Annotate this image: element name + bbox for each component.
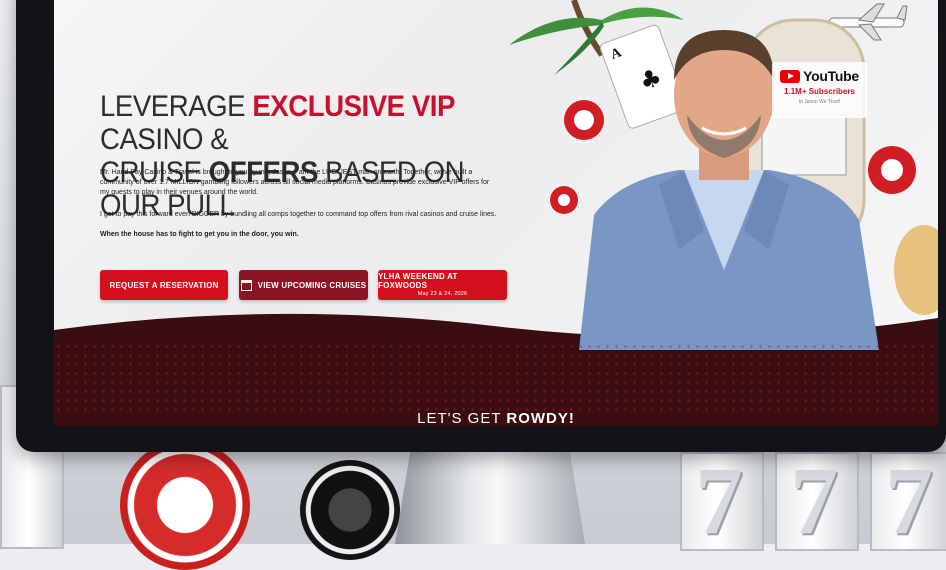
- request-reservation-button[interactable]: REQUEST A RESERVATION: [100, 270, 228, 300]
- subscriber-count: 1.1M+ Subscribers: [784, 87, 855, 96]
- seven-symbol: 7: [790, 447, 838, 554]
- request-reservation-label: REQUEST A RESERVATION: [109, 280, 219, 290]
- youtube-word: YouTube: [803, 68, 859, 84]
- website-screen: A ♣ LEVERAGE EXCLUSIVE VIP CASINO & CRUI…: [54, 0, 938, 426]
- ylha-weekend-button[interactable]: YLHA WEEKEND AT FOXWOODS May 23 & 24, 20…: [378, 270, 507, 300]
- view-cruises-button[interactable]: VIEW UPCOMING CRUISES: [239, 270, 368, 300]
- headline-line1-plain: LEVERAGE: [100, 90, 253, 123]
- youtube-logo: YouTube: [772, 68, 867, 84]
- headline-line1-end: CASINO &: [100, 123, 229, 156]
- section-heading-plain: LET'S GET: [417, 410, 507, 426]
- section-heading-bold: ROWDY!: [506, 410, 575, 426]
- house-paragraph: When the house has to fight to get you i…: [100, 231, 299, 238]
- hero-headline: LEVERAGE EXCLUSIVE VIP CASINO & CRUISE O…: [100, 90, 505, 222]
- seven-symbol: 7: [695, 447, 743, 554]
- bundling-paragraph: I get to pay this forward even BIGGER by…: [100, 211, 497, 218]
- section-heading: LET'S GET ROWDY!: [54, 410, 938, 426]
- ylha-weekend-date: May 23 & 24, 2026: [417, 290, 468, 297]
- sun-hat-icon: [894, 225, 938, 315]
- banner-dot-pattern: [54, 342, 938, 412]
- youtube-badge[interactable]: YouTube 1.1M+ Subscribers In Jason We Tr…: [772, 62, 867, 118]
- seven-symbol: 7: [885, 447, 933, 554]
- youtube-tagline: In Jason We Trust!: [798, 99, 841, 105]
- headline-highlight: EXCLUSIVE VIP: [252, 90, 455, 123]
- intro-paragraph: Mr. Hand Pay Casino & Travel is brought …: [100, 169, 490, 196]
- poker-chip-icon: [300, 460, 400, 560]
- calendar-icon: [240, 279, 252, 291]
- poker-chip-icon: [120, 440, 250, 570]
- ylha-weekend-label: YLHA WEEKEND AT FOXWOODS: [378, 271, 458, 290]
- monitor-stand: [395, 452, 585, 544]
- youtube-play-icon: [780, 69, 801, 83]
- view-cruises-label: VIEW UPCOMING CRUISES: [257, 280, 367, 290]
- monitor-frame: A ♣ LEVERAGE EXCLUSIVE VIP CASINO & CRUI…: [16, 0, 946, 452]
